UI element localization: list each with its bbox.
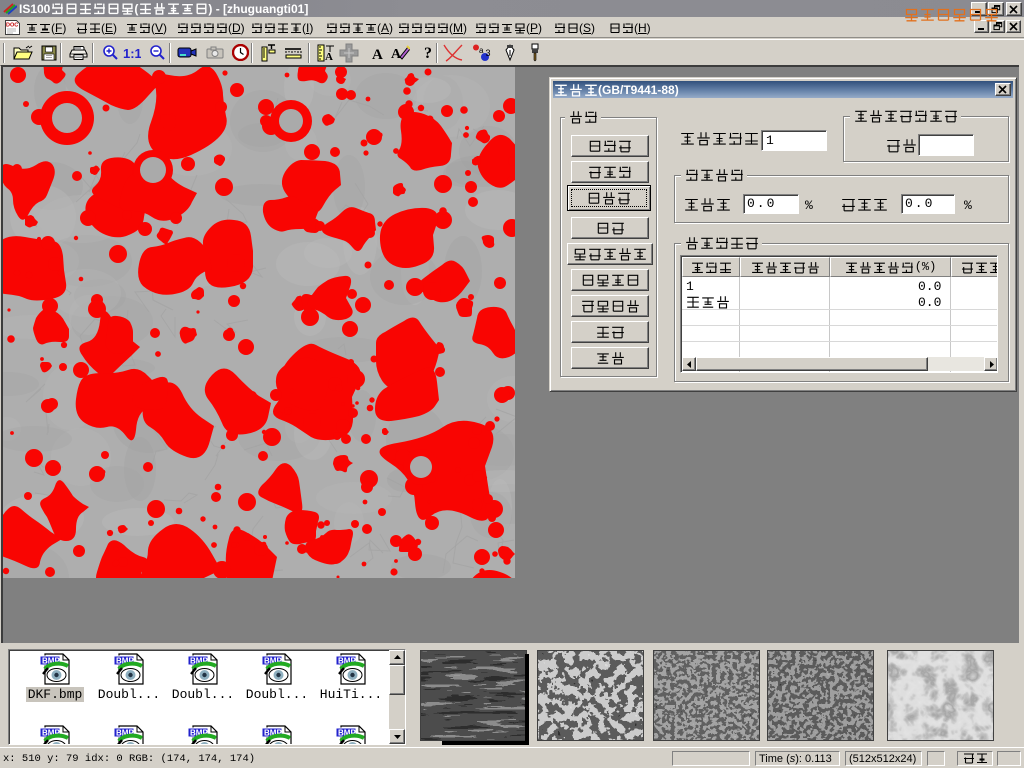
svg-text:?: ? (424, 45, 432, 61)
svg-text:DOC: DOC (6, 23, 18, 29)
svg-text:3: 3 (485, 48, 490, 58)
svg-text:A: A (325, 51, 333, 62)
svg-text:A: A (391, 47, 402, 61)
svg-text:1:1: 1:1 (123, 46, 141, 60)
svg-text:A: A (372, 47, 383, 61)
